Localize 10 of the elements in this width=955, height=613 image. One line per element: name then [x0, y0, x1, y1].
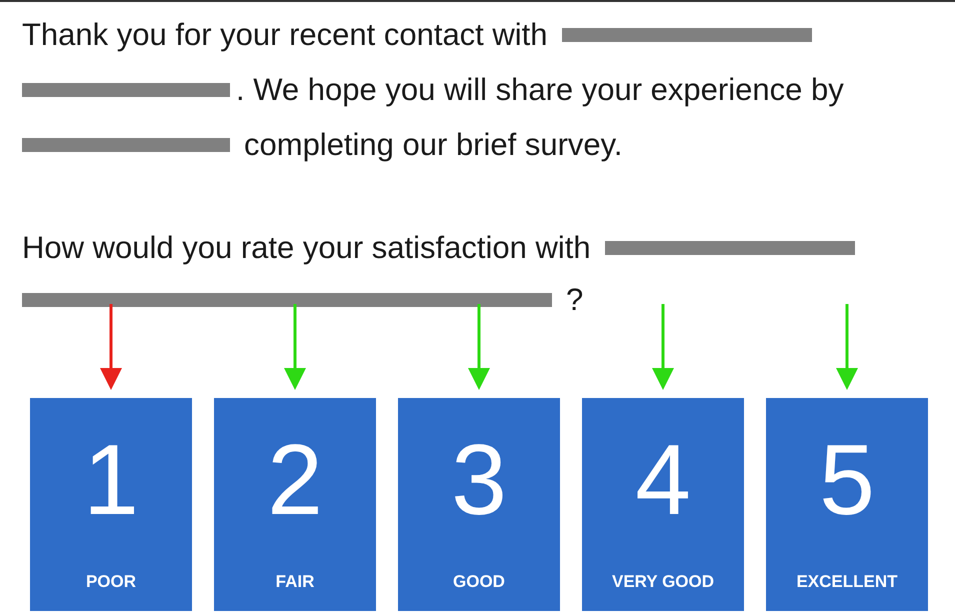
- rating-button[interactable]: 5 EXCELLENT: [766, 398, 928, 611]
- rating-button[interactable]: 2 FAIR: [214, 398, 376, 611]
- message-text: ?: [566, 282, 584, 318]
- message-text: How would you rate your satisfaction with: [22, 230, 591, 266]
- message-text: completing our brief survey.: [244, 126, 622, 162]
- rating-button[interactable]: 3 GOOD: [398, 398, 560, 611]
- rating-button[interactable]: 4 VERY GOOD: [582, 398, 744, 611]
- message-text: . We hope you will share your experience by: [236, 72, 844, 108]
- message-text: Thank you for your recent contact with: [22, 16, 548, 52]
- rating-button[interactable]: 1 POOR: [30, 398, 192, 611]
